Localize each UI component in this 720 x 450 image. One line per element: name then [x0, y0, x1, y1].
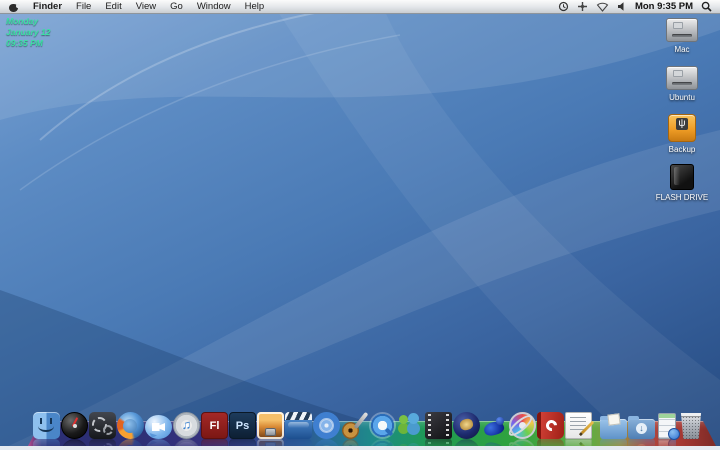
- dock-icon-system-preferences[interactable]: [89, 412, 116, 439]
- dock: Fl Ps: [33, 412, 703, 440]
- dock-icon-trash[interactable]: [680, 413, 702, 439]
- dock-icon-adobe-photoshop[interactable]: Ps: [229, 412, 256, 439]
- dock-icon-documents-folder[interactable]: [600, 416, 627, 439]
- menu-view[interactable]: View: [129, 0, 163, 13]
- desktop-icon-label: Ubuntu: [669, 93, 695, 102]
- desktop-icon-label: Mac: [674, 45, 690, 54]
- desktop-clock-time: 09:35 PM: [6, 38, 43, 48]
- dock-icon-imovie[interactable]: [285, 412, 312, 439]
- menu-edit[interactable]: Edit: [98, 0, 128, 13]
- dock-icon-ichat[interactable]: [145, 415, 172, 439]
- dock-icon-msn-messenger[interactable]: [397, 412, 424, 439]
- hard-drive-icon: [666, 66, 698, 90]
- desktop-icon-flash-drive[interactable]: FLASH DRIVE: [650, 164, 714, 202]
- dock-icon-quicktime[interactable]: [369, 412, 396, 439]
- desktop-icon-backup[interactable]: Backup: [650, 114, 714, 154]
- desktop-icon-mac[interactable]: Mac: [650, 18, 714, 54]
- time-machine-icon[interactable]: [558, 1, 569, 12]
- dock-icon-firefox[interactable]: [117, 412, 144, 439]
- flash-glyph: Fl: [209, 419, 220, 432]
- dock-icon-finder[interactable]: [33, 412, 60, 439]
- input-menu-icon[interactable]: [577, 1, 588, 12]
- hard-drive-icon: [666, 18, 698, 42]
- spotlight-icon[interactable]: [701, 1, 712, 12]
- desktop-icon-label: Backup: [668, 145, 696, 154]
- dock-icon-itunes[interactable]: [173, 412, 200, 439]
- dock-icon-gyroscope-color-app[interactable]: [509, 412, 536, 439]
- screen-bottom-strip: [0, 446, 720, 450]
- flash-drive-icon: [670, 164, 694, 190]
- dock-icon-red-c-app[interactable]: [537, 412, 564, 439]
- desktop-clock-date: January 12: [6, 27, 51, 37]
- wallpaper: [0, 0, 720, 450]
- menu-go[interactable]: Go: [163, 0, 190, 13]
- dock-icon-idvd[interactable]: [313, 412, 340, 439]
- menu-finder[interactable]: Finder: [26, 0, 69, 13]
- dock-icon-vuze[interactable]: [481, 412, 508, 439]
- dock-icon-game-sphere-app[interactable]: [453, 412, 480, 439]
- apple-menu-icon[interactable]: [9, 2, 20, 12]
- dock-icon-textedit[interactable]: [565, 412, 592, 439]
- menu-help[interactable]: Help: [238, 0, 272, 13]
- menu-window[interactable]: Window: [190, 0, 238, 13]
- menu-file[interactable]: File: [69, 0, 98, 13]
- dock-icon-dashboard[interactable]: [61, 412, 88, 439]
- desktop-icon-ubuntu[interactable]: Ubuntu: [650, 66, 714, 102]
- desktop-clock-widget: Monday January 12 09:35 PM: [6, 16, 50, 49]
- wallpaper-curves: [0, 0, 720, 450]
- desktop: Finder File Edit View Go Window Help Mon…: [0, 0, 720, 450]
- volume-icon[interactable]: [617, 1, 627, 12]
- dock-icon-minimized-window[interactable]: [658, 413, 680, 440]
- dock-icon-garageband[interactable]: [341, 412, 368, 439]
- dock-icon-iphoto[interactable]: [257, 412, 284, 439]
- menubar-status-area: Mon 9:35 PM: [558, 1, 716, 12]
- dock-icon-adobe-flash[interactable]: Fl: [201, 412, 228, 439]
- menubar-clock[interactable]: Mon 9:35 PM: [635, 1, 693, 12]
- dock-icon-film-strip-app[interactable]: [425, 412, 452, 439]
- dock-icon-downloads-folder[interactable]: [628, 416, 655, 439]
- usb-drive-icon: [668, 114, 696, 142]
- menu-bar: Finder File Edit View Go Window Help Mon…: [0, 0, 720, 14]
- airport-off-icon[interactable]: [596, 1, 609, 12]
- desktop-icon-label: FLASH DRIVE: [655, 193, 709, 202]
- photoshop-glyph: Ps: [235, 419, 250, 432]
- desktop-clock-weekday: Monday: [6, 16, 39, 26]
